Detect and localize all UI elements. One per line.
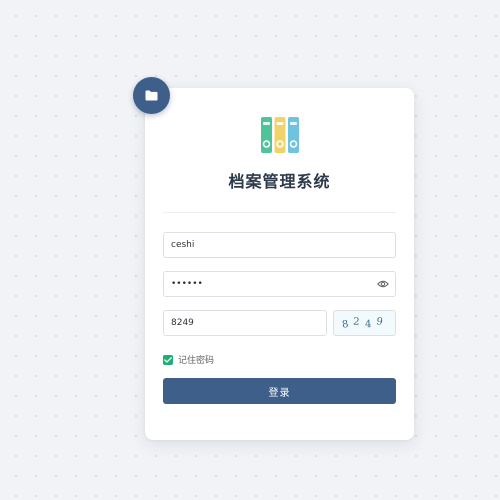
username-field[interactable] [163, 232, 396, 258]
login-button[interactable]: 登录 [163, 378, 396, 404]
folder-badge [133, 77, 170, 114]
check-icon [164, 356, 172, 363]
username-input[interactable] [164, 233, 395, 257]
binders-icon [261, 117, 299, 153]
checkbox-box[interactable] [163, 354, 173, 365]
captcha-image[interactable]: 8 2 4 9 [333, 310, 396, 336]
verification-code-field[interactable] [163, 310, 327, 336]
divider [163, 212, 396, 213]
remember-password-label: 记住密码 [178, 356, 215, 366]
verification-code-input[interactable] [164, 311, 326, 335]
captcha-digit: 4 [364, 318, 377, 330]
folder-icon [145, 90, 158, 101]
captcha-digit: 9 [375, 315, 389, 329]
eye-icon[interactable] [377, 279, 389, 289]
captcha-digit: 2 [352, 315, 366, 329]
password-field[interactable] [163, 271, 396, 297]
login-card: 档案管理系统 8 2 4 9 记住密码 登录 [145, 88, 414, 440]
password-input[interactable] [164, 272, 395, 296]
remember-password-checkbox[interactable]: 记住密码 [163, 353, 214, 366]
page-title: 档案管理系统 [228, 172, 331, 191]
